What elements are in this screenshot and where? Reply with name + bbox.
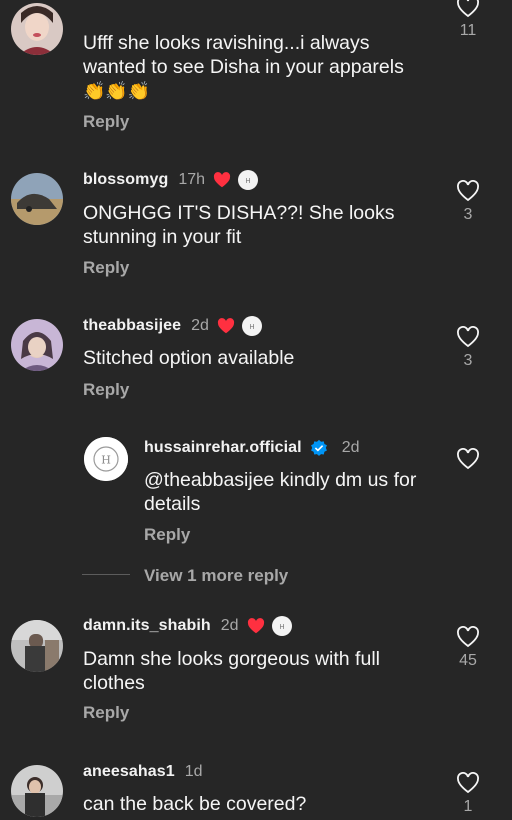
comment-meta: aneesahas1 1d: [83, 761, 203, 783]
like-button[interactable]: 1: [456, 772, 480, 816]
like-button[interactable]: 3: [456, 180, 480, 224]
heart-outline-icon: [457, 772, 479, 794]
heart-filled-icon: [217, 318, 235, 334]
comment-meta: blossomyg 17h H: [83, 169, 259, 191]
comment-text: ONGHGG IT'S DISHA??! She looks stunning …: [83, 201, 395, 249]
heart-outline-icon: [457, 626, 479, 648]
heart-outline-icon: [457, 180, 479, 202]
reply-button[interactable]: Reply: [144, 525, 190, 545]
like-count: 3: [463, 206, 473, 223]
avatar[interactable]: [11, 765, 63, 817]
like-button[interactable]: 11: [456, 0, 480, 40]
timestamp: 2d: [191, 317, 209, 334]
like-button[interactable]: [456, 448, 480, 470]
comment-text-line: details: [144, 493, 201, 515]
svg-text:H: H: [279, 623, 284, 631]
comment-text-line: Damn she looks gorgeous with full: [83, 648, 380, 670]
heart-outline-icon: [457, 0, 479, 18]
like-count: 3: [463, 352, 473, 369]
comment-emoji: 👏👏👏: [83, 81, 151, 101]
avatar[interactable]: H: [84, 437, 128, 481]
reply-button[interactable]: Reply: [83, 112, 129, 132]
comment-meta: theabbasijee 2d H: [83, 315, 262, 337]
like-count: 1: [463, 798, 473, 815]
heart-outline-icon: [457, 448, 479, 470]
comment-text-line: wanted to see Disha in your apparels: [83, 56, 404, 78]
username[interactable]: blossomyg: [83, 171, 168, 189]
heart-outline-icon: [457, 326, 479, 348]
creator-avatar-icon: H: [241, 316, 262, 336]
avatar[interactable]: [11, 319, 63, 371]
heart-filled-icon: [247, 618, 264, 634]
svg-text:H: H: [249, 323, 254, 331]
reply-button[interactable]: Reply: [83, 380, 129, 400]
reply-button[interactable]: Reply: [83, 258, 129, 278]
like-button[interactable]: 3: [456, 326, 480, 370]
timestamp: 17h: [178, 171, 206, 188]
like-count: 45: [459, 652, 477, 669]
creator-avatar-icon: H: [238, 170, 259, 190]
comment-text-line: Ufff she looks ravishing...i always: [83, 32, 370, 54]
thread-divider-line: [82, 574, 130, 575]
creator-avatar-icon: H: [271, 616, 292, 636]
avatar[interactable]: [11, 173, 63, 225]
username[interactable]: damn.its_shabih: [83, 617, 211, 635]
timestamp: 1d: [184, 763, 203, 780]
comment-text: Ufff she looks ravishing...i always want…: [83, 31, 404, 103]
comment-text: @theabbasijee kindly dm us for details: [144, 468, 416, 516]
comment-text-line: ONGHGG IT'S DISHA??! She looks: [83, 202, 395, 224]
comment-meta: damn.its_shabih 2d H: [83, 615, 292, 637]
comment-text-line: stunning in your fit: [83, 226, 242, 248]
comment-meta: hussainrehar.official 2d: [144, 437, 360, 459]
comment-text-line: Stitched option available: [83, 347, 295, 369]
avatar[interactable]: [11, 3, 63, 55]
username[interactable]: aneesahas1: [83, 763, 175, 781]
username[interactable]: theabbasijee: [83, 317, 181, 335]
avatar[interactable]: [11, 620, 63, 672]
svg-text:H: H: [101, 454, 111, 467]
comment-text: can the back be covered?: [83, 792, 306, 816]
comment-text: Damn she looks gorgeous with full clothe…: [83, 647, 380, 695]
username[interactable]: hussainrehar.official: [144, 439, 302, 457]
comment-text: Stitched option available: [83, 346, 294, 370]
reply-button[interactable]: Reply: [83, 703, 129, 723]
like-count: 11: [459, 22, 477, 39]
view-more-replies-button[interactable]: View 1 more reply: [144, 566, 288, 586]
timestamp: 2d: [341, 439, 360, 456]
timestamp: 2d: [220, 617, 239, 634]
heart-filled-icon: [213, 172, 231, 188]
verified-badge-icon: [310, 439, 327, 456]
svg-text:H: H: [245, 177, 250, 185]
comment-text-line: clothes: [83, 672, 145, 694]
comment-text-line: @theabbasijee kindly dm us for: [144, 469, 417, 491]
like-button[interactable]: 45: [456, 626, 480, 670]
comment-text-line: can the back be covered?: [83, 793, 307, 815]
